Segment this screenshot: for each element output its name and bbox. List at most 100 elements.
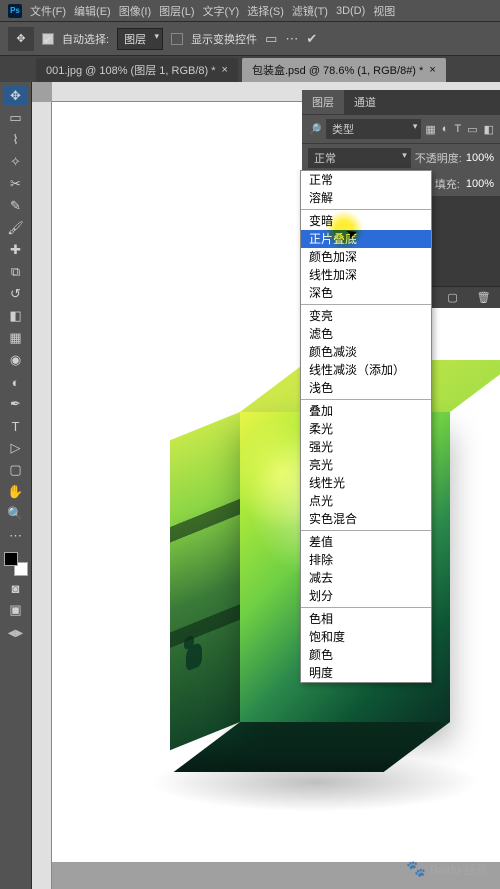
close-icon[interactable]: × (222, 64, 228, 76)
zoom-tool[interactable]: 🔍 (4, 504, 28, 524)
blend-item[interactable]: 柔光 (301, 420, 431, 438)
blend-item[interactable]: 颜色 (301, 646, 431, 664)
blend-item[interactable]: 叠加 (301, 402, 431, 420)
menu-view[interactable]: 视图 (373, 3, 395, 19)
blend-item[interactable]: 颜色减淡 (301, 343, 431, 361)
marquee-tool[interactable]: ▭ (4, 108, 28, 128)
blend-mode-dropdown[interactable]: 正常 (308, 148, 411, 168)
document-tabs: 001.jpg @ 108% (图层 1, RGB/8) * × 包装盒.psd… (0, 56, 500, 82)
blend-item[interactable]: 深色 (301, 284, 431, 302)
blend-item[interactable]: 实色混合 (301, 510, 431, 528)
blend-item[interactable]: 浅色 (301, 379, 431, 397)
fill-value[interactable]: 100% (466, 178, 494, 190)
blend-item[interactable]: 正常 (301, 171, 431, 189)
paw-icon: 🐾 (406, 859, 426, 879)
collapse-icon[interactable]: ◀▶ (4, 628, 28, 639)
auto-select-checkbox[interactable]: ✔ (42, 33, 54, 45)
eraser-tool[interactable]: ◧ (4, 306, 28, 326)
tab-channels[interactable]: 通道 (344, 90, 386, 114)
dodge-tool[interactable]: ◐ (4, 372, 28, 392)
menu-type[interactable]: 文字(Y) (203, 3, 240, 19)
menu-select[interactable]: 选择(S) (247, 3, 284, 19)
align-icon[interactable]: ▭ (265, 31, 277, 47)
blur-tool[interactable]: ◉ (4, 350, 28, 370)
pen-tool[interactable]: ✒ (4, 394, 28, 414)
path-tool[interactable]: ▷ (4, 438, 28, 458)
tab-label: 包装盒.psd @ 78.6% (1, RGB/8#) * (252, 62, 423, 78)
options-bar: ✥ ✔ 自动选择: 图层 显示变换控件 ▭ ⋯ ✔ (0, 22, 500, 56)
auto-select-target-dropdown[interactable]: 图层 (117, 28, 163, 50)
blend-item[interactable]: 滤色 (301, 325, 431, 343)
blend-item[interactable]: 强光 (301, 438, 431, 456)
menu-3d[interactable]: 3D(D) (336, 5, 365, 17)
quick-mask-tool[interactable]: ◙ (4, 578, 28, 598)
document-tab[interactable]: 包装盒.psd @ 78.6% (1, RGB/8#) * × (242, 58, 446, 82)
delete-layer-icon[interactable]: 🗑 (477, 291, 491, 304)
fill-label: 填充: (435, 176, 460, 192)
blend-item[interactable]: 线性减淡（添加） (301, 361, 431, 379)
eyedropper-tool[interactable]: ✎ (4, 196, 28, 216)
lasso-tool[interactable]: ⌇ (4, 130, 28, 150)
more-options-icon[interactable]: ⋯ (285, 31, 298, 47)
blend-item[interactable]: 线性加深 (301, 266, 431, 284)
blend-item[interactable]: 变亮 (301, 307, 431, 325)
blend-item[interactable]: 减去 (301, 569, 431, 587)
shape-tool[interactable]: ▢ (4, 460, 28, 480)
document-tab[interactable]: 001.jpg @ 108% (图层 1, RGB/8) * × (36, 58, 238, 82)
screen-mode-tool[interactable]: ▣ (4, 600, 28, 620)
blend-mode-menu: 正常 溶解 变暗 正片叠底 颜色加深 线性加深 深色 变亮 滤色 颜色减淡 线性… (300, 170, 432, 683)
menu-bar: Ps 文件(F) 编辑(E) 图像(I) 图层(L) 文字(Y) 选择(S) 滤… (0, 0, 500, 22)
app-logo-icon: Ps (8, 4, 22, 18)
blend-item[interactable]: 线性光 (301, 474, 431, 492)
type-tool[interactable]: T (4, 416, 28, 436)
menu-file[interactable]: 文件(F) (30, 3, 66, 19)
tab-layers[interactable]: 图层 (302, 90, 344, 114)
vertical-ruler[interactable] (32, 102, 52, 889)
hand-tool[interactable]: ✋ (4, 482, 28, 502)
blend-item[interactable]: 溶解 (301, 189, 431, 207)
healing-tool[interactable]: ✚ (4, 240, 28, 260)
menu-layer[interactable]: 图层(L) (159, 3, 194, 19)
blend-item[interactable]: 变暗 (301, 212, 431, 230)
tab-label: 001.jpg @ 108% (图层 1, RGB/8) * (46, 62, 216, 78)
blend-item[interactable]: 正片叠底 (301, 230, 431, 248)
edit-toolbar[interactable]: ⋯ (4, 526, 28, 546)
crop-tool[interactable]: ✂ (4, 174, 28, 194)
blend-item[interactable]: 差值 (301, 533, 431, 551)
opacity-value[interactable]: 100% (466, 152, 494, 164)
commit-icon[interactable]: ✔ (306, 31, 317, 47)
opacity-label: 不透明度: (415, 150, 462, 166)
move-tool[interactable]: ✥ (4, 86, 28, 106)
blend-item[interactable]: 点光 (301, 492, 431, 510)
foreground-color[interactable] (4, 552, 18, 566)
blend-item[interactable]: 划分 (301, 587, 431, 605)
history-brush-tool[interactable]: ↺ (4, 284, 28, 304)
blend-item[interactable]: 颜色加深 (301, 248, 431, 266)
blend-item[interactable]: 排除 (301, 551, 431, 569)
blend-item[interactable]: 明度 (301, 664, 431, 682)
blend-item[interactable]: 色相 (301, 610, 431, 628)
show-transform-checkbox[interactable] (171, 33, 183, 45)
color-swatches[interactable] (4, 552, 28, 576)
new-layer-icon[interactable]: ▢ (447, 291, 457, 304)
gradient-tool[interactable]: ▦ (4, 328, 28, 348)
brush-tool[interactable]: 🖌 (4, 218, 28, 238)
move-tool-icon[interactable]: ✥ (8, 27, 34, 51)
menu-image[interactable]: 图像(I) (119, 3, 151, 19)
auto-select-label: 自动选择: (62, 31, 109, 47)
filter-icons[interactable]: ▦◐T▭◧ (425, 123, 494, 136)
menu-filter[interactable]: 滤镜(T) (292, 3, 328, 19)
search-icon[interactable]: 🔎 (308, 123, 322, 136)
filter-kind-dropdown[interactable]: 类型 (326, 119, 421, 139)
watermark: 🐾 Baidu 经验 (406, 859, 488, 879)
show-transform-label: 显示变换控件 (191, 31, 257, 47)
watermark-text: Baidu 经验 (430, 861, 488, 878)
clone-tool[interactable]: ⧉ (4, 262, 28, 282)
blend-item[interactable]: 亮光 (301, 456, 431, 474)
magic-wand-tool[interactable]: ✧ (4, 152, 28, 172)
menu-edit[interactable]: 编辑(E) (74, 3, 111, 19)
blend-item[interactable]: 饱和度 (301, 628, 431, 646)
close-icon[interactable]: × (429, 64, 435, 76)
deer-silhouette-icon (180, 624, 210, 686)
toolbar: ✥ ▭ ⌇ ✧ ✂ ✎ 🖌 ✚ ⧉ ↺ ◧ ▦ ◉ ◐ ✒ T ▷ ▢ ✋ 🔍 … (0, 82, 32, 889)
